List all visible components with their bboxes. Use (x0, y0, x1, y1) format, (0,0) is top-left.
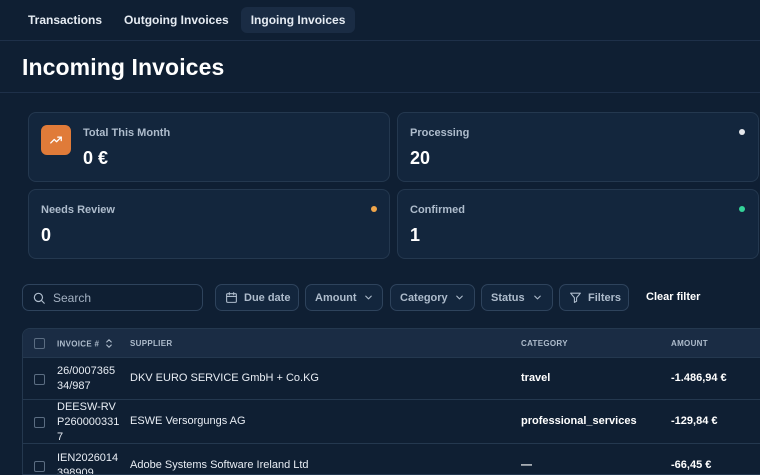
supplier-name: Adobe Systems Software Ireland Ltd (130, 459, 309, 471)
amount-label: Amount (315, 291, 357, 304)
row-checkbox[interactable] (34, 461, 45, 472)
stat-label: Needs Review (41, 204, 115, 216)
page-title: Incoming Invoices (22, 54, 225, 80)
page-header: Incoming Invoices (0, 41, 760, 93)
category-value: — (521, 459, 532, 471)
chevron-down-icon (363, 292, 374, 303)
filter-funnel-icon (569, 291, 582, 304)
calendar-icon (225, 291, 238, 304)
stat-value: 20 (410, 148, 431, 168)
sort-icon (105, 339, 113, 350)
supplier-name: DKV EURO SERVICE GmbH + Co.KG (130, 372, 319, 384)
filters-button[interactable]: Filters (559, 284, 629, 311)
stat-label: Processing (410, 127, 470, 139)
table-row[interactable]: DEESW-RVP2600003317 ESWE Versorgungs AG … (23, 400, 760, 444)
stat-label: Total This Month (83, 127, 171, 139)
invoice-number: DEESW-RVP2600003317 (57, 401, 120, 443)
invoice-table: INVOICE # SUPPLIER CATEGORY AMOUNT 26/00… (22, 328, 760, 475)
chevron-down-icon (454, 292, 465, 303)
due-date-filter-button[interactable]: Due date (215, 284, 299, 311)
column-header-invoice-label: INVOICE # (57, 339, 100, 349)
chevron-down-icon (532, 292, 543, 303)
due-date-label: Due date (244, 291, 291, 304)
row-checkbox[interactable] (34, 374, 45, 385)
stat-value: 0 € (83, 148, 109, 168)
status-label: Status (491, 291, 525, 304)
table-row[interactable]: IEN2026014398909 Adobe Systems Software … (23, 444, 760, 475)
amount-value: -1.486,94 € (671, 372, 727, 384)
category-value: travel (521, 372, 551, 384)
stat-card-confirmed: Confirmed 1 (397, 189, 759, 259)
amount-value: -66,45 € (671, 459, 712, 471)
invoice-number: 26/000736534/987 (57, 365, 116, 392)
tab-bar: Transactions Outgoing Invoices Ingoing I… (0, 0, 760, 41)
search-box[interactable] (22, 284, 203, 311)
column-header-category: CATEGORY (521, 339, 568, 348)
stat-value: 1 (410, 225, 421, 245)
select-all-checkbox[interactable] (34, 338, 45, 349)
search-icon (32, 291, 46, 305)
table-header: INVOICE # SUPPLIER CATEGORY AMOUNT (23, 329, 760, 358)
category-value: professional_services (521, 415, 637, 427)
table-row[interactable]: 26/000736534/987 DKV EURO SERVICE GmbH +… (23, 358, 760, 400)
stat-label: Confirmed (410, 204, 465, 216)
stat-value: 0 (41, 225, 52, 245)
column-header-invoice[interactable]: INVOICE # (57, 339, 113, 350)
clear-filter-link[interactable]: Clear filter (646, 291, 700, 303)
amount-filter-dropdown[interactable]: Amount (305, 284, 383, 311)
stat-card-total-this-month: Total This Month 0 € (28, 112, 390, 182)
search-input[interactable] (53, 290, 193, 305)
filters-label: Filters (588, 291, 622, 304)
amount-value: -129,84 € (671, 415, 718, 427)
tab-transactions[interactable]: Transactions (18, 7, 112, 33)
column-header-amount: AMOUNT (671, 339, 708, 348)
status-filter-dropdown[interactable]: Status (481, 284, 553, 311)
column-header-supplier: SUPPLIER (130, 339, 173, 348)
status-dot (739, 129, 745, 135)
tab-ingoing-invoices[interactable]: Ingoing Invoices (240, 7, 356, 33)
tab-outgoing-invoices[interactable]: Outgoing Invoices (114, 7, 239, 33)
status-dot (739, 206, 745, 212)
category-filter-dropdown[interactable]: Category (390, 284, 475, 311)
trending-up-icon (41, 125, 71, 155)
row-checkbox[interactable] (34, 417, 45, 428)
stat-card-processing: Processing 20 (397, 112, 759, 182)
invoice-number: IEN2026014398909 (57, 452, 119, 475)
stat-card-needs-review: Needs Review 0 (28, 189, 390, 259)
supplier-name: ESWE Versorgungs AG (130, 415, 246, 427)
category-label: Category (400, 291, 448, 304)
status-dot (371, 206, 377, 212)
